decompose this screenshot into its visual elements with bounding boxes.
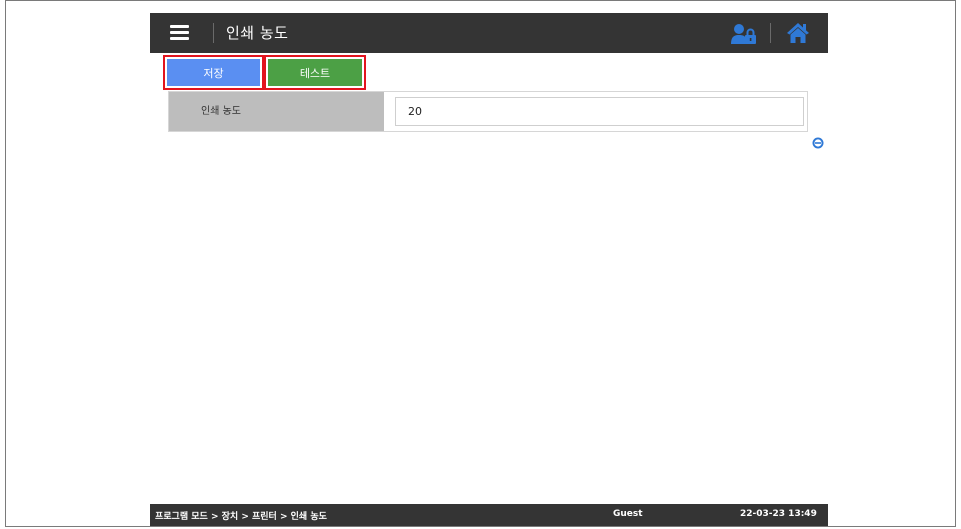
header-divider-right — [770, 23, 771, 43]
app-screen: 인쇄 농도 저장 테스트 인쇄 농도 20 프로그램 모드 > 장치 > 프린터… — [150, 13, 828, 526]
hamburger-menu-icon[interactable] — [170, 24, 189, 41]
print-density-input[interactable] — [395, 97, 804, 126]
minus-circle-icon[interactable] — [812, 137, 824, 149]
print-density-row: 인쇄 농도 — [168, 91, 808, 132]
breadcrumb: 프로그램 모드 > 장치 > 프린터 > 인쇄 농도 — [155, 512, 327, 522]
save-button-label: 저장 — [167, 59, 260, 86]
current-user: Guest — [613, 509, 643, 519]
status-bar: 프로그램 모드 > 장치 > 프린터 > 인쇄 농도 Guest 22-03-2… — [150, 504, 828, 526]
header-bar: 인쇄 농도 — [150, 13, 828, 53]
window-frame: 인쇄 농도 저장 테스트 인쇄 농도 20 프로그램 모드 > 장치 > 프린터… — [5, 0, 956, 527]
user-lock-icon[interactable] — [731, 23, 757, 45]
home-icon[interactable] — [786, 22, 810, 44]
header-divider — [213, 23, 214, 43]
datetime: 22-03-23 13:49 — [740, 509, 817, 519]
save-button[interactable]: 저장 — [163, 55, 264, 90]
test-button[interactable]: 테스트 — [264, 55, 366, 90]
page-title: 인쇄 농도 — [226, 24, 289, 42]
print-density-label: 인쇄 농도 — [169, 92, 384, 131]
test-button-label: 테스트 — [268, 59, 362, 86]
